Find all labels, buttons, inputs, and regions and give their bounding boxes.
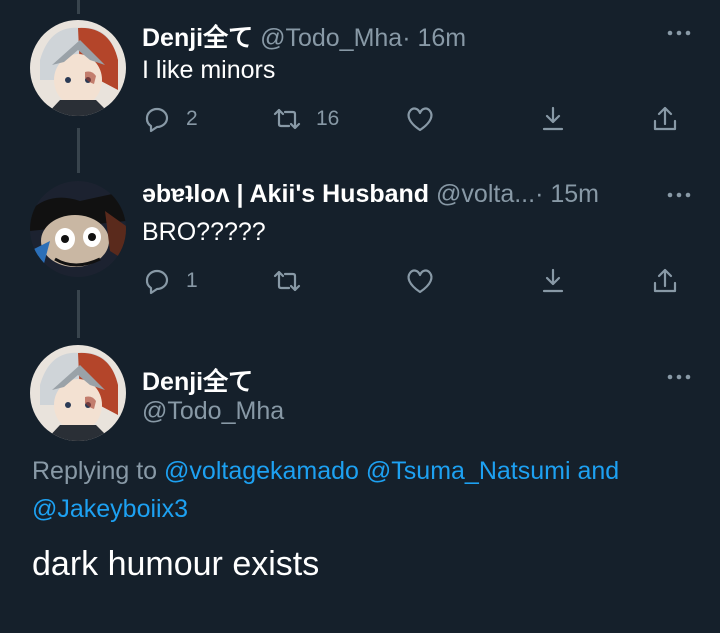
more-dots-icon[interactable]	[666, 372, 692, 382]
handle[interactable]: @Todo_Mha	[260, 24, 402, 52]
reply-icon	[145, 107, 169, 133]
display-name[interactable]: Denji全て	[142, 362, 253, 398]
like-button[interactable]	[405, 103, 449, 135]
tweet-text: BRO?????	[142, 218, 266, 246]
handle[interactable]: @Todo_Mha	[142, 397, 284, 426]
tweet-text: I like minors	[142, 56, 276, 84]
retweet-icon	[273, 270, 301, 292]
heart-icon	[407, 269, 433, 294]
thread-line-2	[77, 290, 80, 338]
avatar-image	[30, 20, 126, 116]
timestamp[interactable]: · 16m	[402, 24, 466, 52]
share-icon	[653, 106, 677, 131]
thread-line-top	[77, 0, 80, 14]
tweet-header: ǝbɐʇloʌ | Akii's Husband @volta...· 15m	[142, 180, 599, 209]
replying-prefix: Replying to	[32, 457, 158, 485]
avatar[interactable]	[30, 345, 126, 441]
mention-link[interactable]: @Jakeyboiix3	[32, 495, 188, 523]
reply-button[interactable]: 1	[142, 265, 198, 297]
avatar-image	[30, 181, 126, 277]
avatar[interactable]	[30, 20, 126, 116]
mention-link[interactable]: @Tsuma_Natsumi	[366, 457, 571, 485]
avatar[interactable]	[30, 181, 126, 277]
bookmark-download-icon	[542, 106, 564, 131]
share-icon	[653, 268, 677, 293]
more-dots-icon[interactable]	[666, 28, 692, 38]
bookmark-download-icon	[542, 268, 564, 293]
handle[interactable]: @volta...	[436, 180, 535, 208]
retweet-button[interactable]	[272, 265, 316, 297]
save-button[interactable]	[538, 103, 568, 135]
replying-to: Replying to @voltagekamado @Tsuma_Natsum…	[32, 452, 702, 528]
retweet-count: 16	[316, 107, 340, 130]
display-name[interactable]: Denji全て	[142, 24, 253, 52]
share-button[interactable]	[650, 265, 680, 297]
retweet-button[interactable]: 16	[272, 103, 339, 135]
save-button[interactable]	[538, 265, 568, 297]
reply-icon	[145, 269, 169, 295]
action-bar: 1	[142, 265, 687, 297]
tweet-text: dark humour exists	[32, 545, 320, 583]
reply-count: 1	[186, 269, 198, 292]
heart-icon	[407, 107, 433, 132]
retweet-icon	[273, 108, 301, 130]
reply-button[interactable]: 2	[142, 103, 198, 135]
more-dots-icon[interactable]	[666, 190, 692, 200]
avatar-image	[30, 345, 126, 441]
like-button[interactable]	[405, 265, 449, 297]
reply-count: 2	[186, 107, 198, 130]
display-name[interactable]: ǝbɐʇloʌ | Akii's Husband	[142, 180, 429, 208]
timestamp[interactable]: · 15m	[535, 180, 599, 208]
share-button[interactable]	[650, 103, 680, 135]
mention-link[interactable]: @voltagekamado	[164, 457, 359, 485]
action-bar: 2 16	[142, 103, 687, 135]
and-others-link[interactable]: and	[577, 457, 619, 485]
thread-line-1	[77, 128, 80, 173]
tweet-header: Denji全て @Todo_Mha· 16m	[142, 18, 466, 54]
